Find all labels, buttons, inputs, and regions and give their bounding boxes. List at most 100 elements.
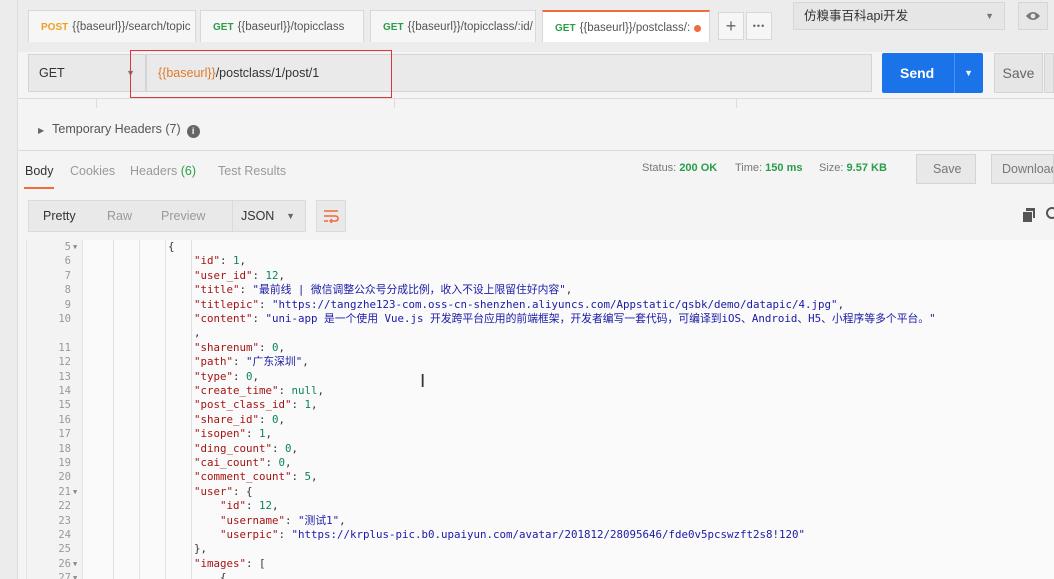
text-cursor-icon: I [420, 371, 426, 392]
code-token: , [278, 340, 286, 354]
temporary-headers-label: Temporary Headers (7) [52, 122, 181, 136]
tab-headers-label: Headers [130, 164, 178, 178]
temporary-headers-toggle[interactable]: ▶ Temporary Headers (7) i [38, 122, 200, 138]
code-token: , [265, 427, 273, 441]
code-token: : [291, 398, 305, 412]
code-line: 5 ▼ { [27, 240, 1054, 254]
fold-toggle-icon[interactable]: ▼ [73, 571, 77, 579]
code-text: "post_class_id": 1, [194, 398, 318, 412]
line-number: 26 [58, 557, 71, 570]
url-input[interactable]: {{baseurl}}/postclass/1/post/1 [146, 54, 872, 92]
code-line: 15 "post_class_id": 1, [27, 398, 1054, 412]
view-mode-preview[interactable]: Preview [161, 209, 205, 223]
code-token: , [565, 283, 573, 297]
line-number: 11 [58, 341, 71, 354]
code-token: "username" [220, 513, 286, 527]
code-line: 10 "content": "uni-app 是一个使用 Vue.js 开发跨平台… [27, 312, 1054, 326]
code-token: "titlepic" [194, 297, 260, 311]
tab-options-button[interactable]: ••• [746, 12, 772, 40]
code-token: : [252, 268, 266, 282]
tab-label: {{baseurl}}/topicclass [237, 21, 345, 33]
code-line: 18 "ding_count": 0, [27, 442, 1054, 456]
code-token: "create_time" [194, 384, 279, 397]
line-number: 16 [58, 413, 71, 426]
save-response-button[interactable]: Save [916, 154, 976, 184]
code-text: "id": 12, [220, 499, 279, 513]
code-line: 21 ▼ "user": { [27, 485, 1054, 499]
response-status: Status: 200 OK [642, 162, 718, 174]
code-token: : { [233, 484, 253, 498]
line-number: 17 [58, 428, 71, 441]
tab-headers-count: (6) [180, 164, 197, 178]
code-text: "share_id": 0, [194, 413, 285, 427]
code-token: , [317, 384, 325, 397]
save-response-label: Save [933, 162, 962, 176]
code-line: 8 "title": "最前线 | 微信调整公众号分成比例，收入不设上限留住好内容… [27, 283, 1054, 297]
code-token: "comment_count" [194, 470, 292, 484]
add-tab-button[interactable]: + [718, 12, 744, 40]
code-token: "post_class_id" [194, 398, 292, 412]
save-button[interactable]: Save [994, 53, 1043, 93]
tab-method: GET [213, 22, 234, 33]
code-token: { [168, 240, 175, 253]
request-tab-search-topic[interactable]: POST {{baseurl}}/search/topic [28, 10, 196, 42]
search-icon[interactable] [1046, 207, 1054, 219]
code-text: "path": "广东深圳", [194, 355, 309, 369]
environment-quick-look-button[interactable] [1018, 2, 1048, 30]
code-line: 25}, [27, 542, 1054, 556]
fold-toggle-icon[interactable]: ▼ [73, 557, 77, 571]
code-line: 6 "id": 1, [27, 254, 1054, 268]
view-mode-pretty[interactable]: Pretty [43, 209, 76, 223]
code-token: { [220, 571, 227, 579]
code-text: "ding_count": 0, [194, 442, 298, 456]
copy-icon[interactable] [1022, 208, 1036, 223]
tab-headers[interactable]: Headers (6) [130, 164, 196, 178]
line-number: 5 [64, 241, 71, 253]
code-token: : [259, 340, 273, 354]
save-options-button[interactable] [1044, 53, 1054, 93]
request-tab-topicclass-id[interactable]: GET {{baseurl}}/topicclass/:id/ [370, 10, 536, 42]
fold-toggle-icon[interactable]: ▼ [73, 485, 77, 499]
code-line: 23 "username": "测试1", [27, 514, 1054, 528]
info-icon[interactable]: i [186, 125, 200, 138]
plus-icon: + [725, 16, 737, 36]
environment-select[interactable]: 仿糗事百科api开发 ▼ [793, 2, 1005, 30]
request-tab-postclass[interactable]: GET {{baseurl}}/postclass/: [542, 10, 710, 42]
tab-label: {{baseurl}}/topicclass/:id/ [407, 21, 533, 33]
code-line: 7 "user_id": 12, [27, 269, 1054, 283]
request-tab-bar: POST {{baseurl}}/search/topic GET {{baseur… [18, 0, 1054, 52]
wrap-lines-button[interactable] [316, 200, 346, 232]
code-token: }, [194, 542, 208, 556]
code-token: , [837, 297, 845, 311]
code-line: 26 ▼ "images": [ [27, 557, 1054, 571]
download-response-button[interactable]: Download [991, 154, 1054, 184]
code-line: 19 "cai_count": 0, [27, 456, 1054, 470]
tab-body[interactable]: Body [25, 164, 54, 178]
code-token: : [278, 528, 292, 541]
code-token: "cai_count" [194, 456, 266, 469]
line-number: 7 [64, 269, 71, 282]
tab-cookies[interactable]: Cookies [70, 164, 115, 178]
code-text: }, [194, 542, 207, 556]
code-token: , [252, 369, 260, 383]
code-token: : [272, 441, 286, 455]
view-mode-raw[interactable]: Raw [107, 209, 132, 223]
request-tab-topicclass[interactable]: GET {{baseurl}}/topicclass [200, 10, 364, 42]
code-token: , [291, 441, 299, 455]
code-text: "content": "uni-app 是一个使用 Vue.js 开发跨平台应用… [194, 312, 936, 326]
send-options-chevron-icon[interactable]: ▼ [964, 53, 973, 93]
request-bar: GET ▼ {{baseurl}}/postclass/1/post/1 Sen… [18, 50, 1054, 98]
format-select[interactable]: JSON ▼ [232, 200, 306, 232]
code-token: "share_id" [194, 412, 260, 426]
save-label: Save [1002, 65, 1035, 81]
send-button[interactable]: Send ▼ [882, 53, 983, 93]
method-select[interactable]: GET ▼ [28, 54, 146, 92]
tab-test-results[interactable]: Test Results [218, 164, 286, 178]
code-token: : [252, 312, 266, 325]
code-token: , [302, 355, 309, 369]
fold-toggle-icon[interactable]: ▼ [73, 240, 77, 254]
code-token: : [259, 412, 273, 426]
code-token: , [311, 398, 318, 412]
tab-label: {{baseurl}}/search/topic [72, 21, 191, 33]
response-body-code[interactable]: 5 ▼{6 "id": 1, 7 "user_id": 12, 8 "title": "最前… [26, 240, 1054, 579]
